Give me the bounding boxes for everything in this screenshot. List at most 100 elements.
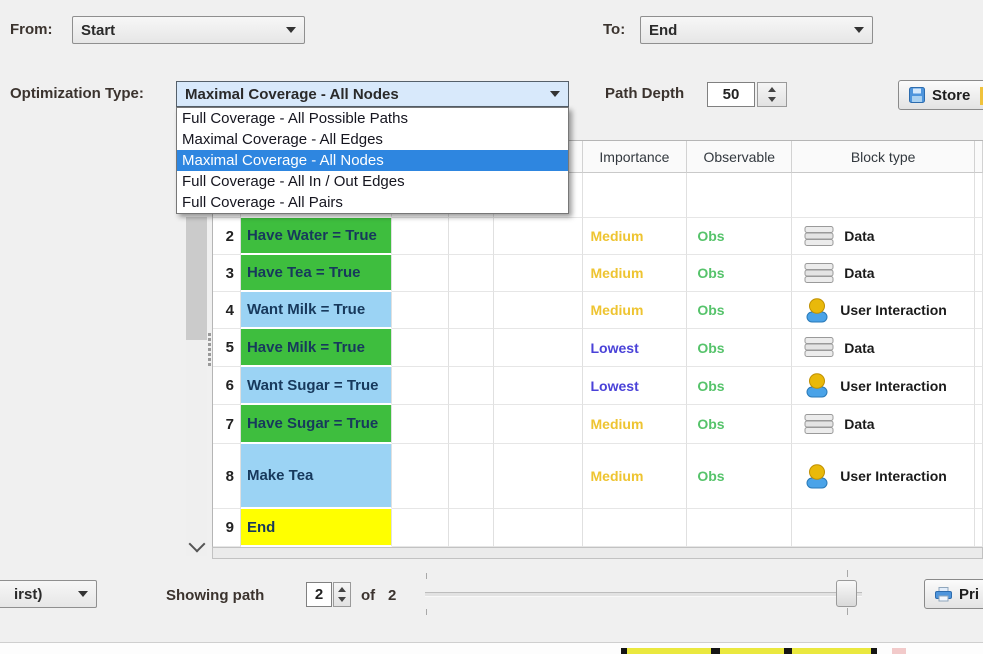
database-icon xyxy=(804,337,834,358)
column-header[interactable]: Block type xyxy=(792,141,975,173)
scrollbar-thumb[interactable] xyxy=(186,217,207,340)
table-row[interactable]: 6 Want Sugar = True Lowest Obs User Interact… xyxy=(213,367,983,405)
table-row[interactable]: 2 Have Water = True Medium Obs Data xyxy=(213,218,983,255)
to-combo[interactable]: End xyxy=(640,16,873,44)
spin-down-icon[interactable] xyxy=(768,96,776,102)
database-icon xyxy=(804,225,834,247)
vertical-scrollbar[interactable] xyxy=(186,212,207,556)
dropdown-option[interactable]: Full Coverage - All In / Out Edges xyxy=(177,171,568,192)
node-name-cell[interactable]: Want Sugar = True xyxy=(240,367,392,405)
path-slider-track[interactable] xyxy=(425,592,862,597)
optimization-dropdown-list: Full Coverage - All Possible Paths Maxima… xyxy=(176,107,569,214)
table-row[interactable]: 7 Have Sugar = True Medium Obs Data xyxy=(213,405,983,444)
timeline-bar xyxy=(621,648,877,654)
store-button-label: Store xyxy=(932,86,971,104)
observable-cell: Obs xyxy=(687,255,793,292)
table-body: 2 Have Water = True Medium Obs Data 3 Have Tea… xyxy=(213,173,983,547)
node-name-cell[interactable]: Want Milk = True xyxy=(240,292,392,329)
observable-cell: Obs xyxy=(687,218,793,255)
block-type-label: User Interaction xyxy=(840,468,947,484)
node-name-cell[interactable]: End xyxy=(240,509,392,547)
user-icon xyxy=(804,373,830,398)
path-number-input[interactable]: 2 xyxy=(306,582,332,607)
horizontal-scrollbar[interactable] xyxy=(212,547,983,559)
cell-empty xyxy=(448,444,494,509)
table-row[interactable]: 9 End xyxy=(213,509,983,547)
observable-cell: Obs xyxy=(687,367,793,405)
cell-empty xyxy=(975,367,983,405)
node-name-cell[interactable]: Have Sugar = True xyxy=(240,405,392,444)
optimization-type-combo[interactable]: Maximal Coverage - All Nodes xyxy=(176,81,569,107)
path-depth-stepper[interactable] xyxy=(757,82,787,107)
sort-order-combo[interactable]: irst) xyxy=(0,580,97,608)
observable-cell xyxy=(687,509,793,547)
cell-empty xyxy=(975,329,983,367)
dropdown-option[interactable]: Full Coverage - All Pairs xyxy=(177,192,568,213)
importance-cell xyxy=(582,173,688,218)
cell-empty xyxy=(493,367,583,405)
table-row[interactable]: 8 Make Tea Medium Obs User Interaction xyxy=(213,444,983,509)
user-icon xyxy=(804,463,830,489)
cell-empty xyxy=(493,218,583,255)
to-label: To: xyxy=(603,21,626,38)
cell-empty xyxy=(391,218,449,255)
scroll-down-icon[interactable] xyxy=(188,535,206,553)
spin-up-icon[interactable] xyxy=(338,587,346,593)
dropdown-option[interactable]: Maximal Coverage - All Nodes xyxy=(177,150,568,171)
block-type-label: Data xyxy=(844,339,875,356)
print-button[interactable]: Pri xyxy=(924,579,983,609)
block-type-cell: User Interaction xyxy=(792,292,975,329)
of-label: of xyxy=(361,587,376,604)
node-name-cell[interactable]: Have Tea = True xyxy=(240,255,392,292)
row-number-cell: 8 xyxy=(213,444,241,509)
spin-up-icon[interactable] xyxy=(768,87,776,93)
splitter-grip[interactable] xyxy=(208,332,211,367)
path-optimization-window: From: Start To: End Optimization Type: M… xyxy=(0,0,983,654)
column-header[interactable]: Importance xyxy=(582,141,688,173)
user-icon xyxy=(804,297,830,323)
row-number-cell: 7 xyxy=(213,405,241,444)
optimization-type-label: Optimization Type: xyxy=(10,85,144,102)
cell-empty xyxy=(493,405,583,444)
from-combo-value: Start xyxy=(81,21,116,39)
block-type-cell: Data xyxy=(792,218,975,255)
row-number-cell: 9 xyxy=(213,509,241,547)
cell-empty xyxy=(391,292,449,329)
node-name-cell[interactable]: Make Tea xyxy=(240,444,392,509)
block-type-cell: Data xyxy=(792,329,975,367)
path-slider-thumb[interactable] xyxy=(836,580,857,607)
slider-tick xyxy=(426,609,427,615)
cell-empty xyxy=(975,255,983,292)
cell-empty xyxy=(448,509,494,547)
slider-tick xyxy=(426,573,427,579)
chevron-down-icon xyxy=(78,591,88,597)
column-header[interactable]: Observable xyxy=(687,141,793,173)
row-number-cell: 6 xyxy=(213,367,241,405)
row-number-cell: 2 xyxy=(213,218,241,255)
observable-cell: Obs xyxy=(687,405,793,444)
printer-icon xyxy=(935,586,952,602)
table-row[interactable]: 4 Want Milk = True Medium Obs User Interacti… xyxy=(213,292,983,329)
cell-empty xyxy=(493,329,583,367)
importance-cell: Medium xyxy=(582,292,688,329)
cell-empty xyxy=(448,255,494,292)
dropdown-option[interactable]: Maximal Coverage - All Edges xyxy=(177,129,568,150)
table-row[interactable]: 5 Have Milk = True Lowest Obs Data xyxy=(213,329,983,367)
node-name-cell[interactable]: Have Water = True xyxy=(240,218,392,255)
cell-empty xyxy=(391,367,449,405)
observable-cell: Obs xyxy=(687,444,793,509)
path-number-stepper[interactable] xyxy=(333,582,351,607)
row-number-cell: 3 xyxy=(213,255,241,292)
store-button[interactable]: Store xyxy=(898,80,983,110)
from-combo[interactable]: Start xyxy=(72,16,305,44)
chevron-down-icon xyxy=(286,27,296,33)
cell-empty xyxy=(975,173,983,218)
spin-down-icon[interactable] xyxy=(338,596,346,602)
cell-empty xyxy=(448,405,494,444)
dropdown-option[interactable]: Full Coverage - All Possible Paths xyxy=(177,108,568,129)
sort-order-value: irst) xyxy=(14,585,43,603)
node-name-cell[interactable]: Have Milk = True xyxy=(240,329,392,367)
path-depth-input[interactable]: 50 xyxy=(707,82,755,107)
cell-empty xyxy=(493,509,583,547)
table-row[interactable]: 3 Have Tea = True Medium Obs Data xyxy=(213,255,983,292)
